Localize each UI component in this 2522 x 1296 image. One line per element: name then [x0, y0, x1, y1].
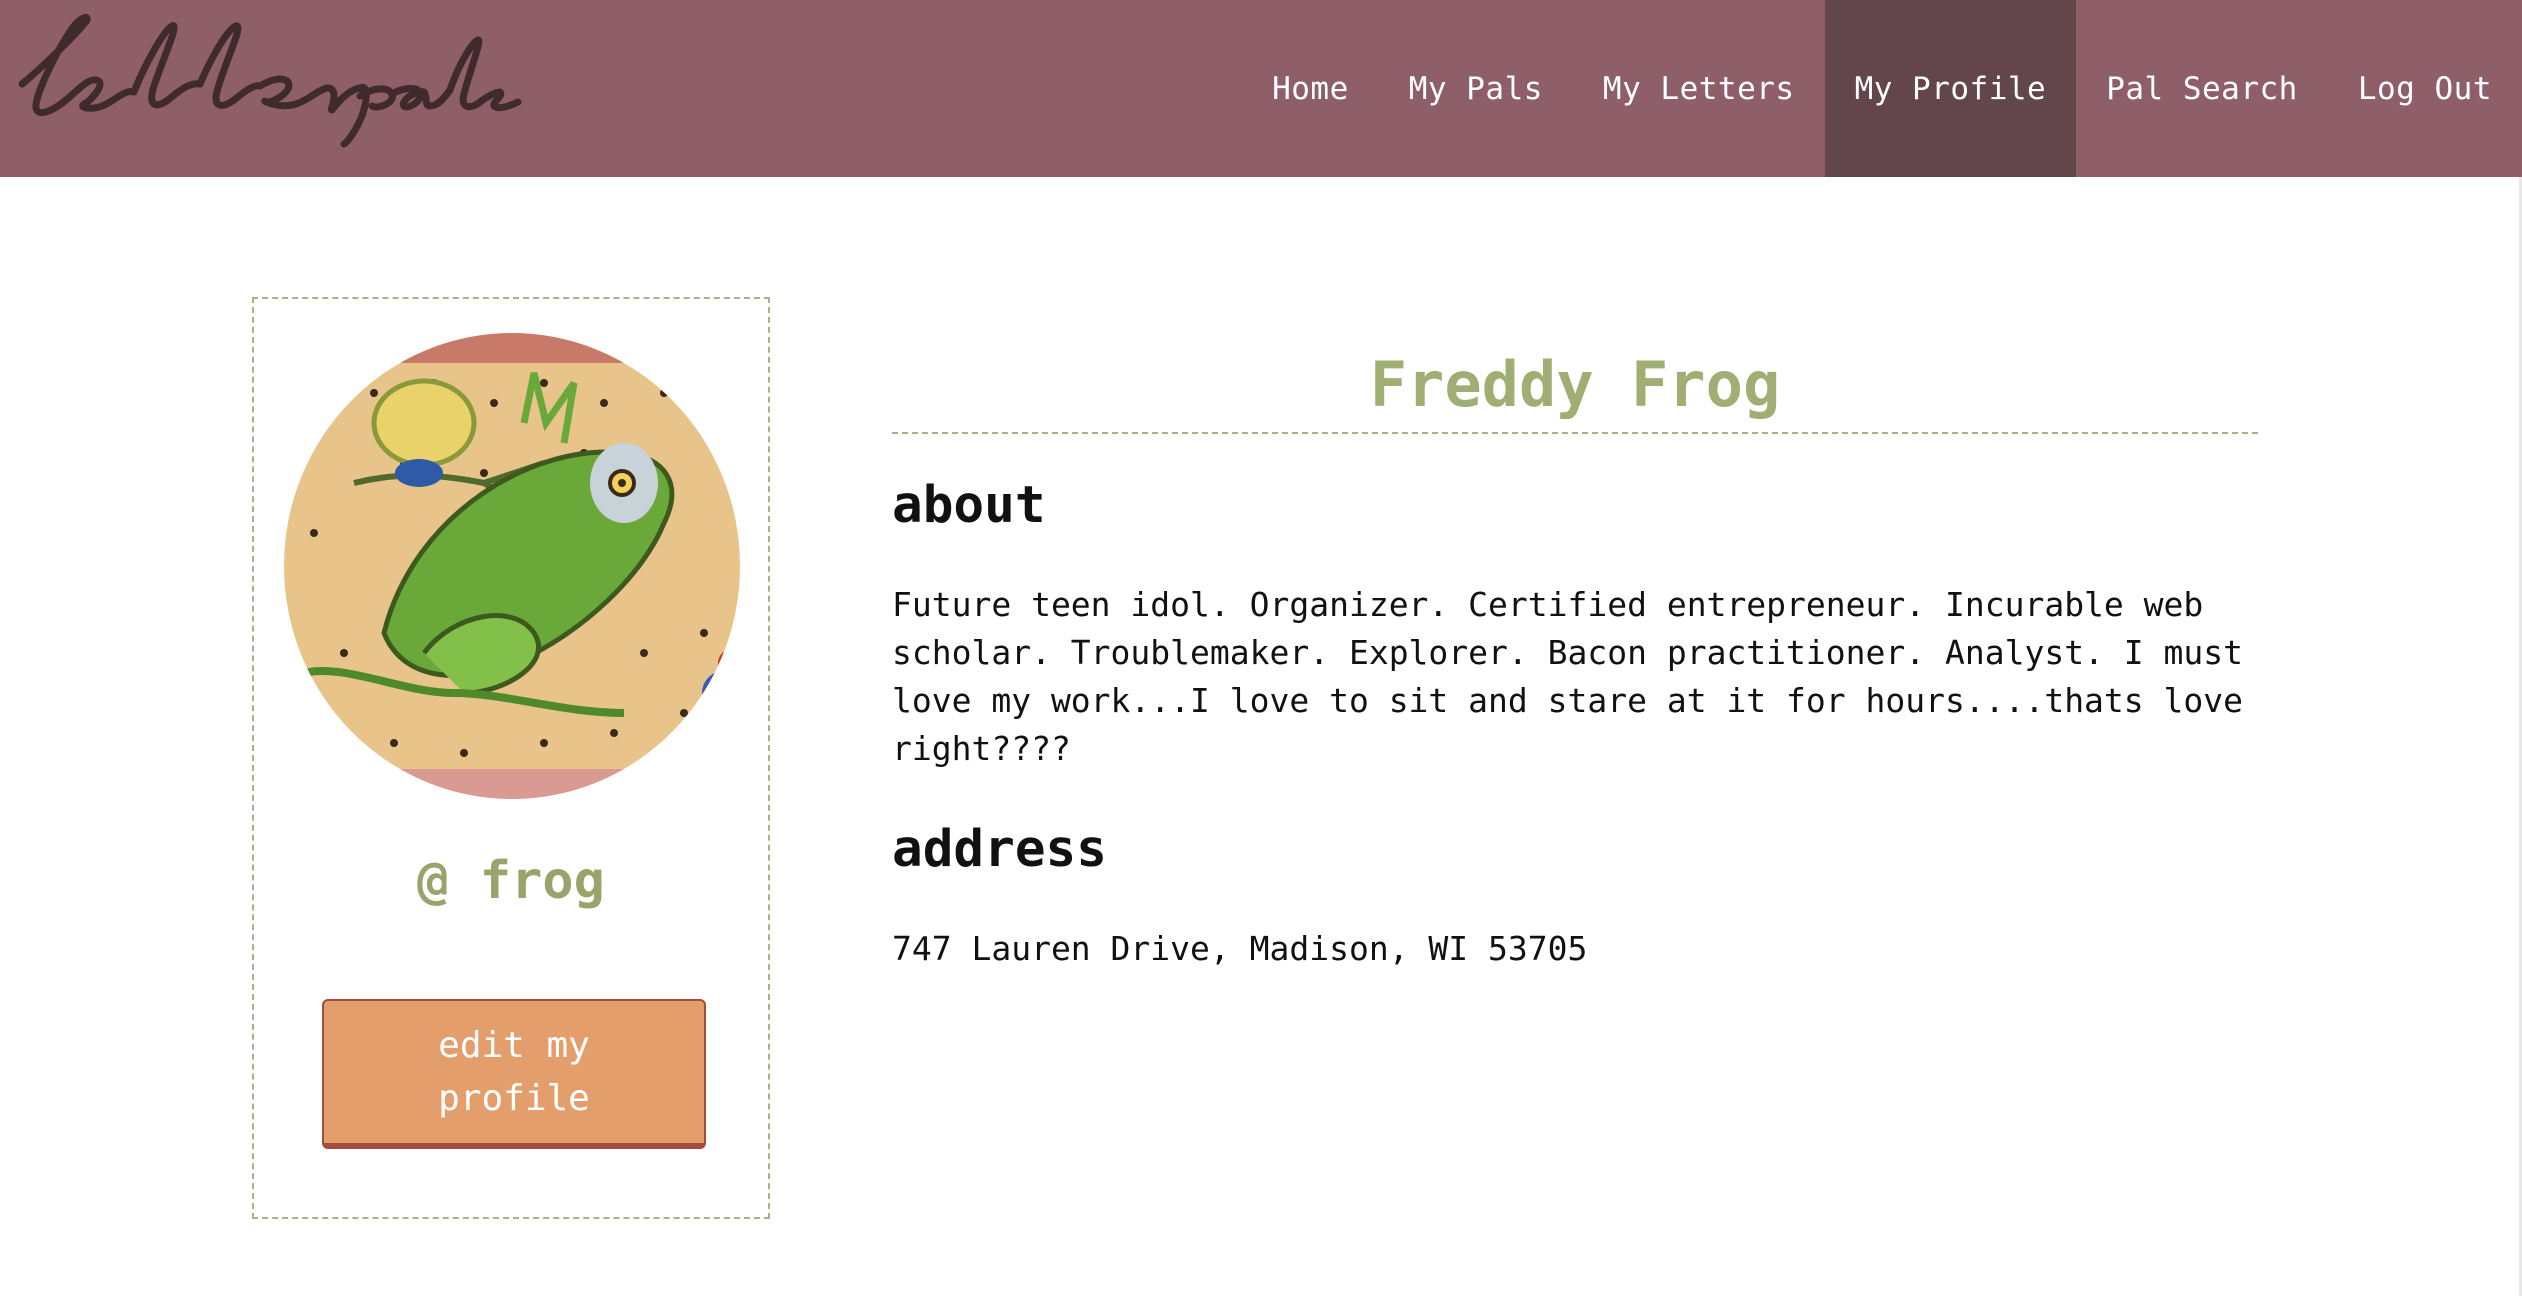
nav-menu: Home My Pals My Letters My Profile Pal S… [1242, 0, 2522, 177]
avatar [284, 333, 740, 799]
profile-card: @ frog edit my profile [252, 297, 770, 1219]
frog-illustration-icon [284, 333, 740, 799]
address-heading: address [892, 820, 1107, 879]
profile-name: Freddy Frog [892, 340, 2258, 434]
nav-home[interactable]: Home [1242, 0, 1379, 177]
letterpals-logo[interactable] [4, 6, 524, 156]
nav-log-out[interactable]: Log Out [2328, 0, 2522, 177]
edit-profile-button[interactable]: edit my profile [322, 999, 706, 1149]
top-navbar: Home My Pals My Letters My Profile Pal S… [0, 0, 2522, 177]
about-text: Future teen idol. Organizer. Certified e… [892, 585, 2244, 768]
address-text: 747 Lauren Drive, Madison, WI 53705 [892, 929, 1588, 968]
nav-pal-search[interactable]: Pal Search [2076, 0, 2328, 177]
nav-my-letters[interactable]: My Letters [1573, 0, 1825, 177]
username-handle: @ frog [417, 851, 605, 911]
nav-my-profile[interactable]: My Profile [1824, 0, 2077, 177]
about-heading: about [892, 476, 1046, 535]
nav-my-pals[interactable]: My Pals [1379, 0, 1573, 177]
profile-main: Freddy Frog about Future teen idol. Orga… [892, 340, 2258, 968]
